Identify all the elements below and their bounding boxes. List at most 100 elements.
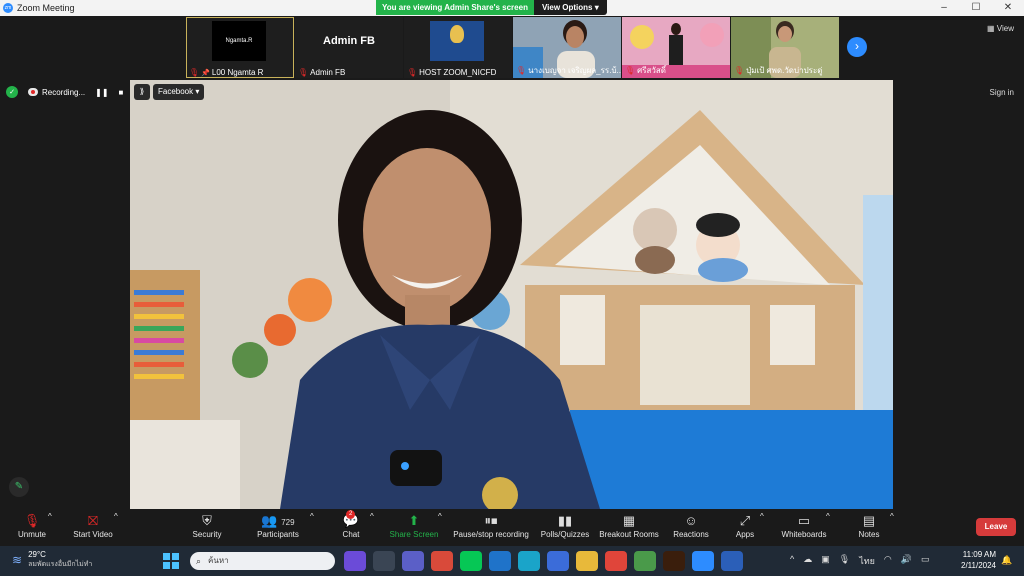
live-stream-target[interactable]: Facebook ▾ [153,84,205,100]
stream-target-label: Facebook [158,87,194,96]
chat-button[interactable]: 💬 2 Chat [334,510,368,539]
chevron-right-icon[interactable]: › [847,37,867,57]
muted-mic-icon: 🎙 [189,68,200,77]
apps-label: Apps [735,530,755,539]
unmute-button[interactable]: 🎙 Unmute [12,512,52,539]
battery-icon[interactable]: ▭ [921,554,930,568]
video-off-icon: ⛝ [88,513,98,528]
leave-button[interactable]: Leave [976,518,1016,536]
file-explorer-icon[interactable] [576,551,598,571]
participant-name: ศรีสวัสดิ์ [637,66,666,75]
volume-icon[interactable]: 🔊 [901,554,912,568]
widgets-app-icon[interactable] [344,551,366,571]
close-button[interactable]: ✕ [992,0,1024,16]
reactions-label: Reactions [673,530,709,539]
maximize-button[interactable]: ☐ [960,0,992,16]
polls-button[interactable]: ▮▮ Polls/Quizzes [540,512,590,539]
participants-button[interactable]: 👥 729 Participants [252,512,304,539]
view-options-button[interactable]: View Options ▾ [533,0,607,15]
stop-icon[interactable]: ■ [119,88,124,97]
weather-wind-icon: ≋ [12,553,23,567]
share-screen-button[interactable]: ⬆ Share Screen [388,512,440,539]
participant-gallery: Ngamta.R 🎙 📌 L00 Ngamta R Admin FB 🎙 Admin … [186,17,840,78]
minimize-button[interactable]: – [928,0,960,16]
edge-app-icon[interactable] [518,551,540,571]
participant-display-name: Admin FB [323,35,375,47]
illustrator-app-icon[interactable] [663,551,685,571]
pen-icon[interactable]: ✎ [9,477,29,497]
apps-button[interactable]: ⤢ Apps [730,512,760,539]
chevron-up-icon[interactable]: ^ [790,554,794,568]
windows-taskbar: ≋ 29°C ลมพัดแรงอื่นมีกไม่ทำ ⌕ ค้นหา ^ ☁ … [0,546,1024,576]
language-indicator[interactable]: ไทย [859,554,875,568]
poll-chart-icon: ▮▮ [557,513,573,528]
participant-tile[interactable]: 🎙 ศรีสวัสดิ์ [622,17,730,78]
notes-label: Notes [858,530,880,539]
broadcast-icon[interactable]: ⟫ [134,84,150,100]
notes-button[interactable]: ▤ Notes [854,512,884,539]
chrome-app-icon[interactable] [605,551,627,571]
view-label: View [996,24,1014,33]
mail-app-icon[interactable] [489,551,511,571]
onedrive-icon[interactable]: ☁ [803,554,812,568]
weather-text: ลมพัดแรงอื่นมีกไม่ทำ [28,561,93,568]
pin-icon: 📌 [201,69,210,77]
chevron-up-icon[interactable]: ^ [760,512,764,521]
view-button[interactable]: ▦ View [987,24,1014,33]
participant-tile[interactable]: Admin FB 🎙 Admin FB [295,17,403,78]
participant-name: L00 Ngamta R [211,68,264,77]
chat-icon: 💬 2 [342,510,360,528]
screen-text: Ngamta.R [225,38,253,44]
shield-icon[interactable]: ✓ [6,86,18,98]
share-banner: You are viewing Admin Share's screen Vie… [376,0,607,15]
start-video-button[interactable]: ⛝ Start Video [70,512,116,539]
taskbar-search[interactable]: ⌕ ค้นหา [190,552,335,570]
view-options-label: View Options [541,3,593,12]
breakout-rooms-button[interactable]: ▦ Breakout Rooms [598,512,660,539]
muted-mic-icon: 🎙 [23,513,41,528]
wifi-icon[interactable]: ◠ [884,554,892,568]
store-app-icon[interactable] [547,551,569,571]
participant-tile[interactable]: 🎙 HOST ZOOM_NICFD [404,17,512,78]
chevron-up-icon[interactable]: ^ [890,512,894,521]
reactions-button[interactable]: ☺ Reactions [670,512,712,539]
notification-bell-icon[interactable]: 🔔 [1001,555,1012,566]
muted-mic-icon: 🎙 [407,68,418,77]
weather-widget[interactable]: ≋ 29°C ลมพัดแรงอื่นมีกไม่ทำ [12,550,92,570]
muted-mic-icon: 🎙 [298,68,309,77]
speaker-video-frame [130,80,893,509]
unmute-label: Unmute [17,530,46,539]
microphone-icon[interactable]: 🎙 [839,554,850,568]
chevron-up-icon[interactable]: ^ [826,512,830,521]
line-app-icon[interactable] [460,551,482,571]
meeting-status-row: ✓ Recording... ❚❚ ■ [6,86,123,98]
shield-icon: ⛨ [202,513,212,528]
zoom-taskbar-icon[interactable] [692,551,714,571]
pause-recording-button[interactable]: ⏸⏹ Pause/stop recording [452,512,530,539]
muted-mic-icon: 🎙 [625,66,636,75]
whiteboards-button[interactable]: ▭ Whiteboards [778,512,830,539]
sign-in-link[interactable]: Sign in [990,88,1014,97]
task-view-icon[interactable] [373,551,395,571]
chrome-profile-icon[interactable] [634,551,656,571]
tray-app-icon[interactable]: ▣ [821,554,830,568]
participant-tile[interactable]: 🎙 ปุ่มเป้ ศพด.วัดบ่าประดู่ [731,17,839,78]
chevron-up-icon[interactable]: ^ [310,512,314,521]
teams-app-icon[interactable] [402,551,424,571]
chevron-up-icon[interactable]: ^ [48,512,52,521]
date: 2/11/2024 [961,561,996,570]
chevron-up-icon[interactable]: ^ [438,512,442,521]
participant-tile[interactable]: Ngamta.R 🎙 📌 L00 Ngamta R [186,17,294,78]
app-icon[interactable] [431,551,453,571]
recording-indicator: Recording... ❚❚ ■ [28,88,123,97]
security-button[interactable]: ⛨ Security [186,512,228,539]
participant-name: HOST ZOOM_NICFD [419,68,497,77]
word-app-icon[interactable] [721,551,743,571]
video-overlay-controls: ⟫ Facebook ▾ [134,84,205,100]
chevron-up-icon[interactable]: ^ [370,512,374,521]
chevron-up-icon[interactable]: ^ [114,512,118,521]
windows-start-icon[interactable] [163,553,179,569]
clock[interactable]: 11:09 AM 2/11/2024 [956,549,996,571]
participant-tile[interactable]: 🎙 นางเบญจา เจริญผล_รร.บ้.. [513,17,621,78]
pause-icon[interactable]: ❚❚ [95,88,108,97]
